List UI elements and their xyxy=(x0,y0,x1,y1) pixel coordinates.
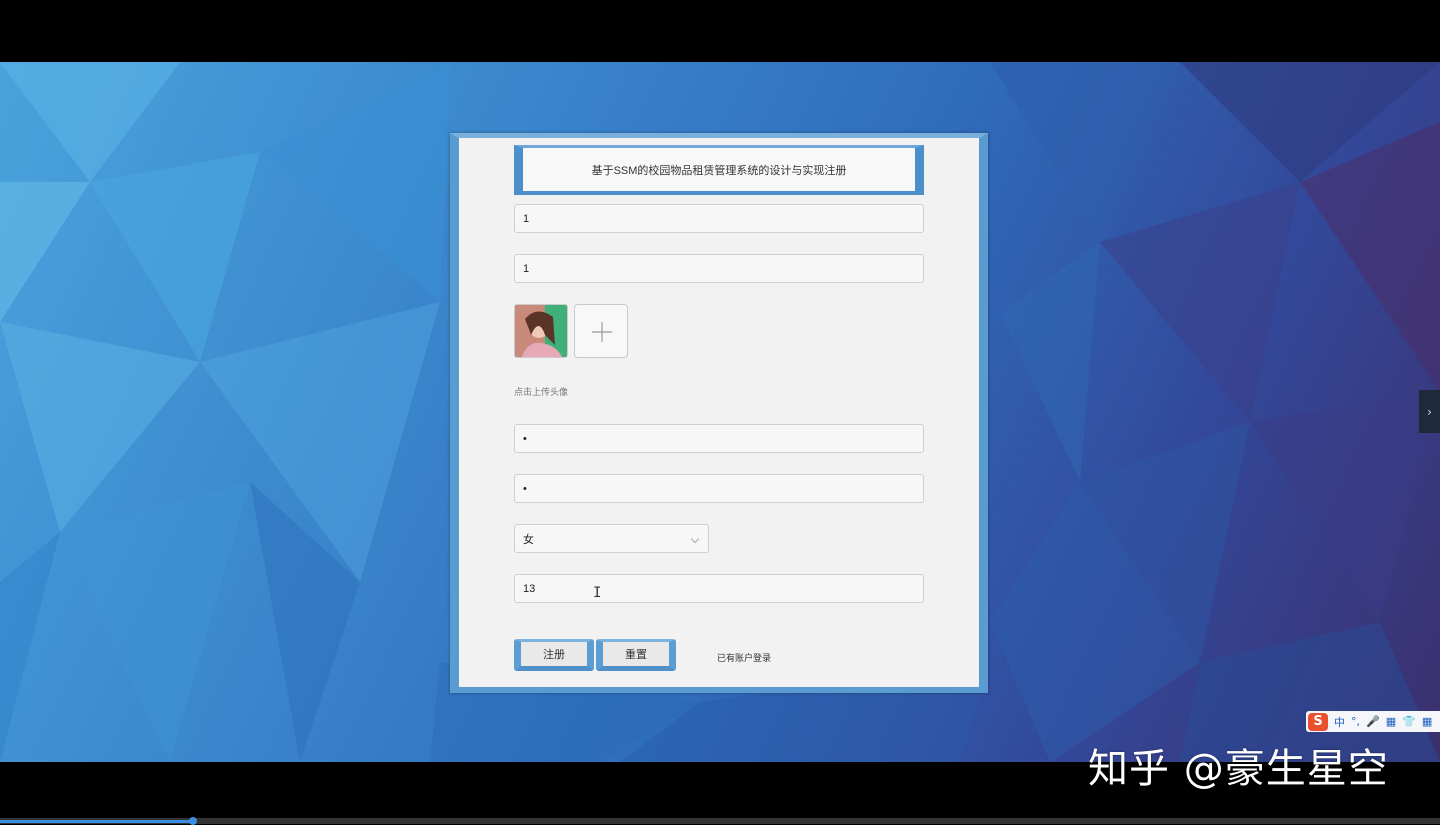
zhihu-watermark: 知乎 @豪生星空 xyxy=(1088,746,1389,792)
reset-button[interactable]: 重置 xyxy=(596,639,676,671)
plus-icon xyxy=(592,322,612,342)
register-panel: 基于SSM的校园物品租赁管理系统的设计与实现注册 1 1 点击上传头像 • • … xyxy=(450,133,988,693)
toolbox-grid-icon[interactable]: ▦ xyxy=(1422,715,1432,728)
avatar-image xyxy=(515,305,567,357)
desktop-background: 基于SSM的校园物品租赁管理系统的设计与实现注册 1 1 点击上传头像 • • … xyxy=(0,62,1440,762)
chevron-right-icon[interactable]: › xyxy=(1419,390,1440,433)
gender-select[interactable]: 女 xyxy=(514,524,709,553)
chevron-down-icon xyxy=(690,534,700,544)
ime-toolbar[interactable]: S 中 °, 🎤 ▦ 👕 ▦ xyxy=(1306,711,1440,732)
skin-shirt-icon[interactable]: 👕 xyxy=(1402,715,1416,728)
login-link[interactable]: 已有账户登录 xyxy=(717,651,771,664)
register-button[interactable]: 注册 xyxy=(514,639,594,671)
avatar-thumbnail xyxy=(514,304,568,358)
confirm-password-input[interactable]: • xyxy=(514,474,924,503)
password-input[interactable]: • xyxy=(514,424,924,453)
username-input[interactable]: 1 xyxy=(514,204,924,233)
video-progress-bar[interactable] xyxy=(0,817,1440,825)
gender-select-value: 女 xyxy=(523,532,534,546)
text-cursor-icon: I xyxy=(593,585,602,601)
form-title: 基于SSM的校园物品租赁管理系统的设计与实现注册 xyxy=(514,145,924,195)
name-input[interactable]: 1 xyxy=(514,254,924,283)
microphone-icon[interactable]: 🎤 xyxy=(1366,715,1380,728)
video-progress-fill xyxy=(0,820,193,823)
upload-avatar-button[interactable] xyxy=(574,304,628,358)
ime-mode-chinese[interactable]: 中 xyxy=(1334,714,1345,730)
ime-punctuation-icon[interactable]: °, xyxy=(1351,715,1360,728)
avatar-upload-hint: 点击上传头像 xyxy=(514,387,569,397)
phone-input[interactable]: 13 xyxy=(514,574,924,603)
sogou-logo-icon: S xyxy=(1308,712,1328,731)
video-frame: 基于SSM的校园物品租赁管理系统的设计与实现注册 1 1 点击上传头像 • • … xyxy=(0,0,1440,825)
keyboard-icon[interactable]: ▦ xyxy=(1386,715,1396,728)
